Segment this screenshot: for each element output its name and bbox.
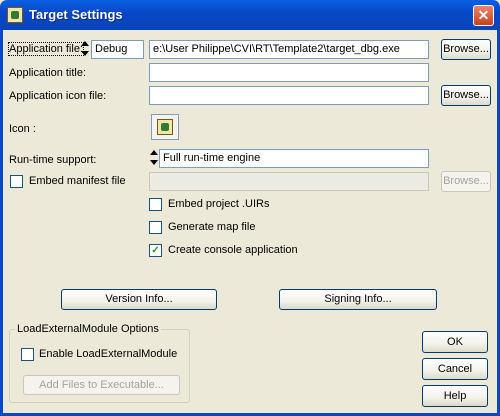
manifest-file-input[interactable] xyxy=(149,172,429,191)
load-external-module-group: LoadExternalModule Options Enable LoadEx… xyxy=(9,323,190,403)
spinner-up-icon[interactable] xyxy=(81,41,89,46)
application-file-label: Application file: xyxy=(8,42,84,56)
application-file-input[interactable]: e:\User Philippe\CVI\RT\Template2\target… xyxy=(149,40,429,59)
icon-preview[interactable] xyxy=(151,114,179,140)
browse-manifest-button[interactable]: Browse... xyxy=(441,171,491,192)
close-button[interactable]: ✕ xyxy=(473,5,494,26)
generate-map-label: Generate map file xyxy=(168,221,256,233)
ok-button[interactable]: OK xyxy=(422,331,488,353)
enable-load-external-label: Enable LoadExternalModule xyxy=(39,348,178,360)
embed-manifest-checkbox[interactable] xyxy=(10,175,23,188)
help-button[interactable]: Help xyxy=(422,385,488,407)
icon-label: Icon : xyxy=(9,123,36,135)
embed-uirs-label: Embed project .UIRs xyxy=(168,198,270,210)
window-title: Target Settings xyxy=(29,7,123,22)
application-icon-file-label: Application icon file: xyxy=(9,90,107,102)
cvi-application-icon xyxy=(157,119,173,135)
spinner-down-icon[interactable] xyxy=(150,160,158,165)
group-title: LoadExternalModule Options xyxy=(15,323,161,335)
enable-load-external-checkbox[interactable] xyxy=(21,348,34,361)
embed-manifest-label: Embed manifest file xyxy=(29,175,126,187)
browse-icon-file-button[interactable]: Browse... xyxy=(441,85,491,106)
title-bar: Target Settings ✕ xyxy=(0,0,500,30)
generate-map-checkbox[interactable] xyxy=(149,221,162,234)
app-icon xyxy=(7,7,23,23)
add-files-button[interactable]: Add Files to Executable... xyxy=(23,375,180,395)
spinner-down-icon[interactable] xyxy=(81,51,89,56)
console-app-checkbox[interactable]: ✓ xyxy=(149,244,162,257)
application-title-label: Application title: xyxy=(9,67,87,79)
application-title-input[interactable] xyxy=(149,63,429,82)
embed-uirs-checkbox[interactable] xyxy=(149,198,162,211)
config-spinner[interactable] xyxy=(80,40,90,59)
signing-info-button[interactable]: Signing Info... xyxy=(279,289,437,310)
console-app-label: Create console application xyxy=(168,244,298,256)
cancel-button[interactable]: Cancel xyxy=(422,358,488,380)
runtime-spinner[interactable] xyxy=(149,149,159,168)
browse-application-file-button[interactable]: Browse... xyxy=(441,39,491,60)
runtime-support-label: Run-time support: xyxy=(9,154,97,166)
dialog-body: Application file: Debug e:\User Philippe… xyxy=(3,30,497,413)
version-info-button[interactable]: Version Info... xyxy=(61,289,217,310)
runtime-support-select[interactable]: Full run-time engine xyxy=(159,149,429,168)
application-icon-file-input[interactable] xyxy=(149,86,429,105)
config-select[interactable]: Debug xyxy=(91,40,144,59)
spinner-up-icon[interactable] xyxy=(150,150,158,155)
